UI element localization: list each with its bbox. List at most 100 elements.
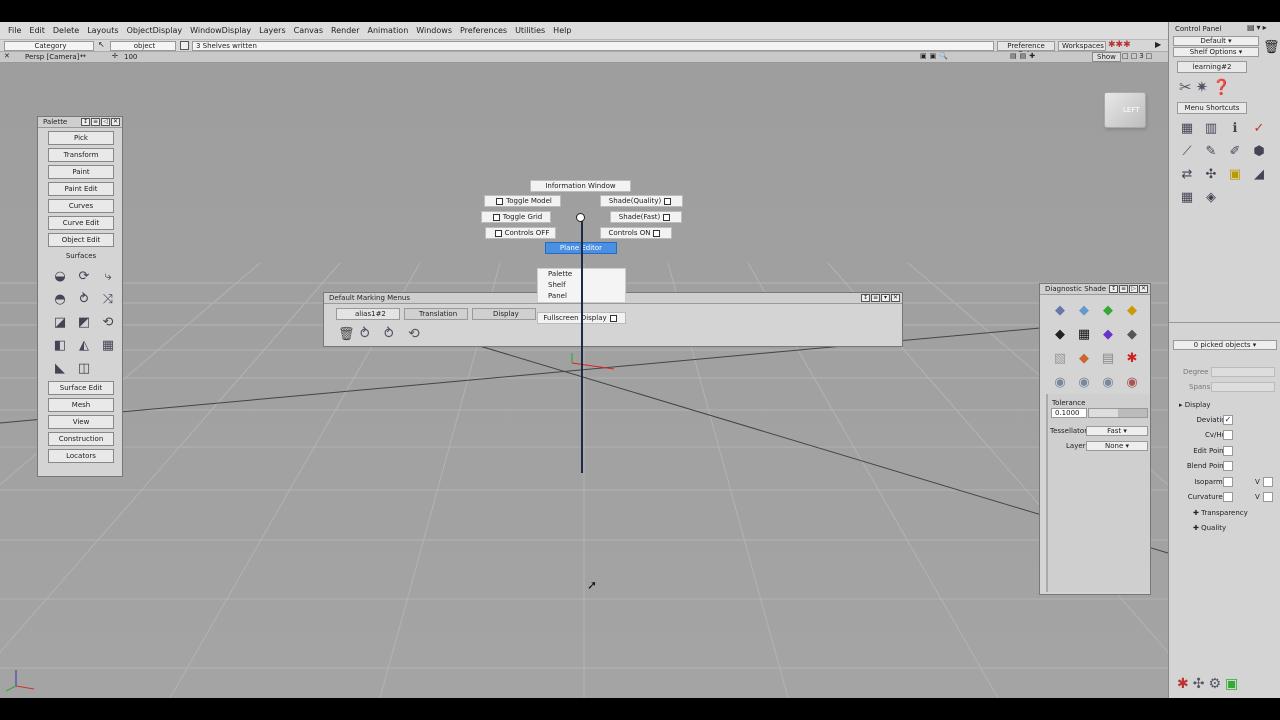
option-box-icon[interactable] bbox=[496, 197, 504, 205]
tess-icon-3[interactable]: ◉ bbox=[1098, 372, 1118, 392]
picked-objects-dropdown[interactable]: 0 picked objects ▾ bbox=[1173, 340, 1277, 350]
tess-icon-2[interactable]: ◉ bbox=[1074, 372, 1094, 392]
palette-curves-button[interactable]: Curves bbox=[48, 199, 114, 213]
collapse-icon[interactable]: ◁ bbox=[101, 118, 110, 126]
palette-title-bar[interactable]: Palette ↕ ≡ ◁ ✕ bbox=[38, 117, 122, 128]
list-icon[interactable] bbox=[180, 41, 189, 50]
transform-icon[interactable]: ⇄ bbox=[1177, 164, 1197, 184]
category-dropdown[interactable]: Category bbox=[4, 41, 94, 51]
boundary-icon[interactable]: ⤨ bbox=[98, 289, 118, 309]
draft-icon[interactable]: ◣ bbox=[50, 358, 70, 378]
planar-icon[interactable]: ◩ bbox=[74, 312, 94, 332]
layout-dropdown[interactable]: Default ▾ bbox=[1173, 36, 1259, 46]
menu-layouts[interactable]: Layouts bbox=[87, 26, 118, 35]
vertical-lines-icon[interactable]: ▤ bbox=[1098, 348, 1118, 368]
transparency-section[interactable]: ✚ Transparency bbox=[1193, 509, 1248, 517]
layer-dropdown[interactable]: None ▾ bbox=[1086, 441, 1148, 451]
menu-icon[interactable]: ≡ bbox=[91, 118, 100, 126]
shade-off-icon[interactable]: ◆ bbox=[1050, 300, 1070, 320]
tolerance-slider[interactable] bbox=[1088, 408, 1148, 418]
toggle-grid-item[interactable]: Toggle Grid bbox=[481, 211, 551, 223]
shade-fast-item[interactable]: Shade(Fast) bbox=[610, 211, 682, 223]
menu-windowdisplay[interactable]: WindowDisplay bbox=[190, 26, 251, 35]
palette-paint-edit-button[interactable]: Paint Edit bbox=[48, 182, 114, 196]
editpoints-checkbox[interactable] bbox=[1223, 446, 1233, 456]
isoangle-icon[interactable]: ◆ bbox=[1050, 324, 1070, 344]
menu-preferences[interactable]: Preferences bbox=[460, 26, 507, 35]
controls-off-item[interactable]: Controls OFF bbox=[485, 227, 556, 239]
bottom-tool-1-icon[interactable]: ✱ bbox=[1177, 676, 1189, 692]
multi-color-icon[interactable]: ◆ bbox=[1074, 300, 1094, 320]
draft-angle-icon[interactable]: ◆ bbox=[1122, 324, 1142, 344]
line-tool-icon[interactable]: ⟋ bbox=[1177, 141, 1197, 161]
option-box-icon[interactable] bbox=[609, 314, 617, 322]
curvature-u-checkbox[interactable] bbox=[1223, 492, 1233, 502]
palette-paint-button[interactable]: Paint bbox=[48, 165, 114, 179]
tube-icon[interactable]: ⟲ bbox=[98, 312, 118, 332]
bottom-tool-2-icon[interactable]: ✣ bbox=[1193, 676, 1205, 692]
control-panel-menu-icons[interactable]: ▤▾▸ bbox=[1247, 23, 1269, 32]
tool-icon-1[interactable]: ✂ bbox=[1179, 78, 1192, 96]
menu-animation[interactable]: Animation bbox=[367, 26, 408, 35]
pick-arrow-icon[interactable]: ↖ bbox=[98, 40, 105, 49]
horizontal-lines-icon[interactable]: ▦ bbox=[1074, 324, 1094, 344]
curve-tool-icon[interactable]: ⥁ bbox=[360, 326, 370, 342]
palette-construction-button[interactable]: Construction bbox=[48, 432, 114, 446]
grid-icon[interactable]: ▦ bbox=[1177, 118, 1197, 138]
collapse-icon[interactable]: ▷ bbox=[1129, 285, 1138, 293]
plane-icon[interactable]: ◫ bbox=[74, 358, 94, 378]
menu-delete[interactable]: Delete bbox=[53, 26, 79, 35]
surface-eval-icon[interactable]: ◆ bbox=[1098, 300, 1118, 320]
shelf-tab-translation[interactable]: Translation bbox=[404, 308, 468, 320]
menu-edit[interactable]: Edit bbox=[29, 26, 45, 35]
tess-icon-4[interactable]: ◉ bbox=[1122, 372, 1142, 392]
shade-quality-item[interactable]: Shade(Quality) bbox=[600, 195, 683, 207]
mesh-icon[interactable]: ⬢ bbox=[1249, 141, 1269, 161]
square-icon[interactable]: ◪ bbox=[50, 312, 70, 332]
palette-curve-edit-button[interactable]: Curve Edit bbox=[48, 216, 114, 230]
brush-icon[interactable]: ✐ bbox=[1225, 141, 1245, 161]
close-icon[interactable]: ✕ bbox=[1139, 285, 1148, 293]
flip-normals-icon[interactable]: ✱ bbox=[1122, 348, 1142, 368]
option-box-icon[interactable] bbox=[653, 229, 661, 237]
curve-tool-2-icon[interactable]: ⥁ bbox=[384, 326, 394, 342]
blendpoints-checkbox[interactable] bbox=[1223, 461, 1233, 471]
perspective-viewport[interactable]: LEFT ➚ bbox=[0, 63, 1168, 698]
shelf-tab-alias[interactable]: alias1#2 bbox=[336, 308, 400, 320]
palette-surfaces-label[interactable]: Surfaces bbox=[48, 250, 114, 262]
menu-canvas[interactable]: Canvas bbox=[294, 26, 323, 35]
tube-icon[interactable]: ◈ bbox=[1201, 187, 1221, 207]
move-icon[interactable]: ✣ bbox=[1201, 164, 1221, 184]
shelf-tab-display[interactable]: Display bbox=[472, 308, 536, 320]
option-box-icon[interactable] bbox=[494, 229, 502, 237]
quality-section[interactable]: ✚ Quality bbox=[1193, 524, 1226, 532]
curve-tool-3-icon[interactable]: ⟲ bbox=[408, 326, 420, 342]
menu-file[interactable]: File bbox=[8, 26, 21, 35]
close-icon[interactable]: ✕ bbox=[891, 294, 900, 302]
bottom-tool-4-icon[interactable]: ▣ bbox=[1225, 676, 1238, 692]
palette-transform-button[interactable]: Transform bbox=[48, 148, 114, 162]
close-icon[interactable]: ✕ bbox=[111, 118, 120, 126]
window-size-icons[interactable]: □□3□ bbox=[1122, 52, 1154, 60]
info-icon[interactable]: ℹ bbox=[1225, 118, 1245, 138]
extrude-icon[interactable]: ⤷ bbox=[98, 266, 118, 286]
deviation-checkbox[interactable]: ✓ bbox=[1223, 415, 1233, 425]
menu-icon[interactable]: ≡ bbox=[871, 294, 880, 302]
close-view-icon[interactable]: ✕ bbox=[4, 52, 10, 60]
palette-object-edit-button[interactable]: Object Edit bbox=[48, 233, 114, 247]
information-window-item[interactable]: Information Window bbox=[530, 180, 631, 192]
query-icon[interactable]: ❓ bbox=[1212, 78, 1231, 96]
curvature-v-checkbox[interactable] bbox=[1263, 492, 1273, 502]
shelf-options-dropdown[interactable]: Shelf Options ▾ bbox=[1173, 47, 1259, 57]
menu-layers[interactable]: Layers bbox=[259, 26, 285, 35]
view-layout-icons[interactable]: ▤▤✚ bbox=[1010, 52, 1038, 60]
table-icon[interactable]: ▦ bbox=[1177, 187, 1197, 207]
isoparm-u-checkbox[interactable] bbox=[1223, 477, 1233, 487]
display-section[interactable]: ▸ Display bbox=[1179, 401, 1211, 409]
pin-icon[interactable]: ↕ bbox=[861, 294, 870, 302]
bottom-tool-3-icon[interactable]: ⚙ bbox=[1208, 676, 1221, 692]
view-cube[interactable]: LEFT bbox=[1104, 92, 1146, 128]
cross-section-icon[interactable]: ◆ bbox=[1098, 324, 1118, 344]
option-box-icon[interactable] bbox=[663, 213, 671, 221]
controls-on-item[interactable]: Controls ON bbox=[600, 227, 672, 239]
